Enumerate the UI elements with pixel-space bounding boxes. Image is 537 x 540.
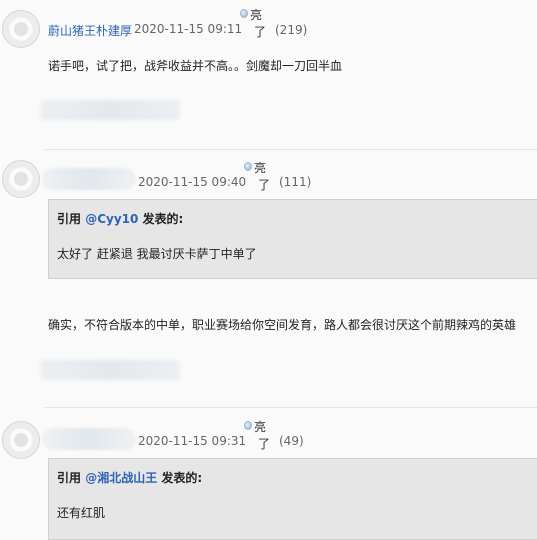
post-2: 2020-11-15 09:40 亮 了 (111) 引用 @Cyy10 发表的… <box>0 150 537 407</box>
username[interactable]: 蔚山猪王朴建厚 <box>48 22 132 39</box>
like-button[interactable]: 亮 了 <box>240 6 280 39</box>
quote-text: 还有红肌 <box>57 506 106 520</box>
like-count: (49) <box>279 434 304 448</box>
like-button[interactable]: 亮 了 <box>244 418 284 451</box>
post-time: 2020-11-15 09:40 <box>138 175 247 189</box>
post-1: 蔚山猪王朴建厚 2020-11-15 09:11 亮 了 (219) 诺手吧，试… <box>0 0 537 149</box>
lightbulb-icon <box>240 9 248 18</box>
quote-block: 引用 @Cyy10 发表的: 太好了 赶紧退 我最讨厌卡萨丁中单了 <box>48 199 537 279</box>
post-time: 2020-11-15 09:31 <box>138 434 247 448</box>
blurred-username[interactable] <box>42 168 136 190</box>
quote-text: 太好了 赶紧退 我最讨厌卡萨丁中单了 <box>57 247 257 261</box>
avatar[interactable] <box>2 160 40 198</box>
quoted-user-link[interactable]: @湘北战山王 <box>85 471 157 485</box>
post-time: 2020-11-15 09:11 <box>134 22 243 36</box>
like-button[interactable]: 亮 了 <box>244 159 284 192</box>
post-content: 确实，不符合版本的中单，职业赛场给你空间发育，路人都会很讨厌这个前期辣鸡的英雄 <box>48 318 517 332</box>
blurred-username[interactable] <box>42 428 136 450</box>
avatar[interactable] <box>2 10 40 48</box>
like-count: (219) <box>275 23 308 37</box>
quote-header: 引用 @湘北战山王 发表的: <box>57 471 203 485</box>
quote-block: 引用 @湘北战山王 发表的: 还有红肌 <box>48 458 537 540</box>
post-content: 诺手吧，试了把，战斧收益并不高。。剑魔却一刀回半血 <box>48 59 343 73</box>
quote-header: 引用 @Cyy10 发表的: <box>57 212 184 226</box>
lightbulb-icon <box>244 421 252 430</box>
avatar[interactable] <box>2 421 40 459</box>
like-count: (111) <box>279 175 312 189</box>
lightbulb-icon <box>244 162 252 171</box>
blurred-signature <box>40 100 180 120</box>
blurred-signature <box>40 360 180 380</box>
quoted-user-link[interactable]: @Cyy10 <box>85 212 138 226</box>
post-3: 2020-11-15 09:31 亮 了 (49) 引用 @湘北战山王 发表的:… <box>0 408 537 540</box>
